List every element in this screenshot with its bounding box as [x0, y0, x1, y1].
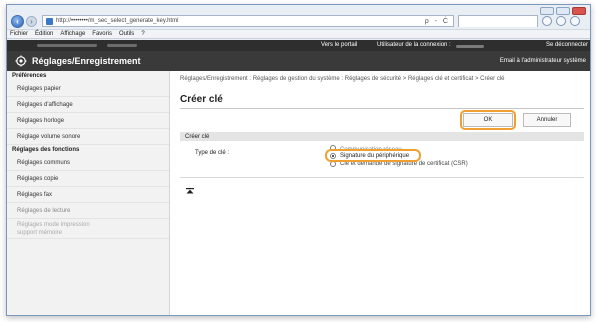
panel-header: Créer clé — [180, 132, 584, 141]
top-links-row: Vers le portail Utilisateur de la connex… — [7, 40, 590, 51]
sidebar-item-volume[interactable]: Réglage volume sonore — [7, 129, 169, 145]
brand-row: Réglages/Enregistrement Email à l'admini… — [7, 51, 590, 71]
page-title: Créer clé — [180, 94, 223, 105]
title-divider — [180, 108, 584, 109]
menu-view[interactable]: Affichage — [60, 31, 85, 37]
page-brand-title: Réglages/Enregistrement — [32, 56, 141, 66]
menu-bar: Fichier Édition Affichage Favoris Outils… — [7, 29, 590, 39]
menu-edit[interactable]: Édition — [35, 31, 53, 37]
key-type-label: Type de clé : — [195, 150, 230, 156]
sidebar-item-copy[interactable]: Réglages copie — [7, 171, 169, 187]
portal-link[interactable]: Vers le portail — [321, 42, 357, 48]
sidebar-item-memory-print-line2: support mémoire — [17, 229, 63, 236]
browser-tab[interactable] — [458, 15, 538, 27]
sidebar-item-fax[interactable]: Réglages fax — [7, 187, 169, 203]
sidebar-item-clock[interactable]: Réglages horloge — [7, 113, 169, 129]
menu-favorites[interactable]: Favoris — [92, 31, 112, 37]
browser-window: ‹ › http://••••••••/m_sec_select_generat… — [6, 4, 591, 316]
email-admin-link[interactable]: Email à l'administrateur système — [500, 58, 586, 64]
device-name-redacted — [37, 44, 97, 47]
sidebar-item-display[interactable]: Réglages d'affichage — [7, 97, 169, 113]
sidebar-item-memory-print-line1: Réglages mode impression — [17, 221, 90, 228]
main-content: Réglages/Enregistrement : Réglages de ge… — [170, 71, 590, 315]
user-name-redacted — [456, 45, 484, 48]
page-favicon-icon — [46, 17, 53, 25]
address-bar: ‹ › http://••••••••/m_sec_select_generat… — [7, 13, 590, 29]
sidebar-item-memory-print[interactable]: Réglages mode impression support mémoire — [7, 219, 169, 239]
sidebar-item-paper[interactable]: Réglages papier — [7, 81, 169, 97]
url-text: http://••••••••/m_sec_select_generate_ke… — [56, 18, 179, 24]
back-button[interactable]: ‹ — [11, 14, 24, 28]
selection-highlight-ring — [325, 149, 421, 162]
logout-link[interactable]: Se déconnecter — [546, 42, 588, 48]
forward-button[interactable]: › — [26, 15, 37, 27]
menu-tools[interactable]: Outils — [119, 31, 134, 37]
favorites-star-icon[interactable] — [556, 16, 566, 26]
sidebar-item-common[interactable]: Réglages communs — [7, 155, 169, 171]
login-user-label: Utilisateur de la connexion : — [377, 42, 451, 48]
sidebar-item-scan[interactable]: Réglages de lecture — [7, 203, 169, 219]
menu-file[interactable]: Fichier — [10, 31, 28, 37]
search-refresh-icons[interactable]: ρ - Ċ — [425, 18, 450, 25]
sidebar: Préférences Réglages papier Réglages d'a… — [7, 71, 170, 315]
top-banner: Vers le portail Utilisateur de la connex… — [7, 40, 590, 71]
breadcrumb: Réglages/Enregistrement : Réglages de ge… — [180, 76, 505, 82]
scroll-to-top-icon[interactable] — [186, 188, 194, 194]
browser-tools — [542, 16, 580, 26]
web-page: Vers le portail Utilisateur de la connex… — [7, 40, 590, 315]
sidebar-section-functions: Réglages des fonctions — [7, 145, 169, 155]
ok-highlight-ring — [460, 110, 516, 130]
url-field[interactable]: http://••••••••/m_sec_select_generate_ke… — [42, 15, 454, 27]
settings-gear-icon[interactable] — [570, 16, 580, 26]
sidebar-section-preferences: Préférences — [7, 71, 169, 81]
cancel-button[interactable]: Annuler — [523, 113, 571, 127]
device-address-redacted — [107, 44, 137, 47]
menu-help[interactable]: ? — [141, 31, 144, 37]
settings-gear-icon — [15, 55, 27, 67]
home-icon[interactable] — [542, 16, 552, 26]
